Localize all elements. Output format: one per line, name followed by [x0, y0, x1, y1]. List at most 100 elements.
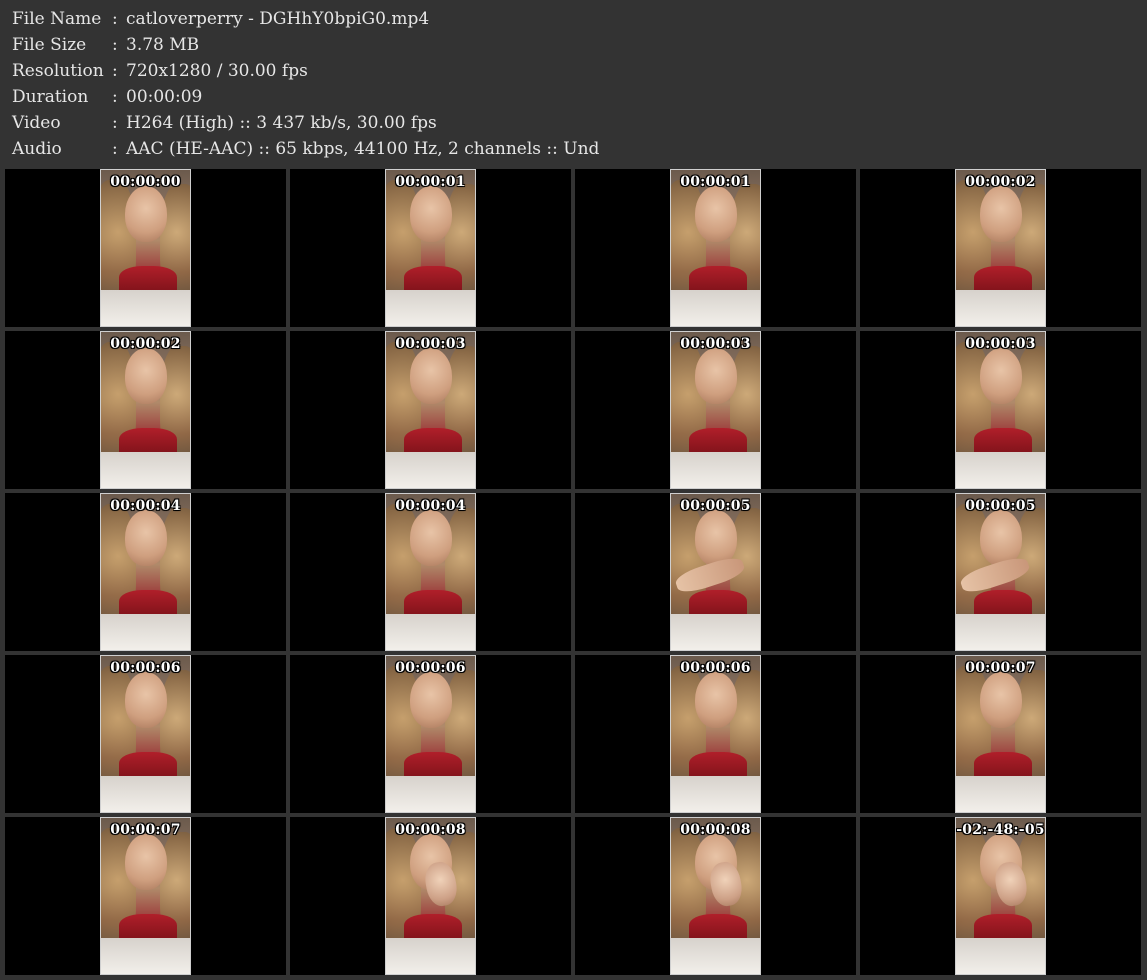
frame-shape-sheet	[956, 290, 1045, 326]
file-info-header: File Name: catloverperry - DGHhY0bpiG0.mp…	[12, 6, 1132, 162]
thumbnail-cell: 00:00:06	[5, 655, 286, 813]
frame-shape-face	[410, 672, 452, 728]
timestamp-label: 00:00:00	[110, 174, 181, 190]
frame-shape-face	[410, 510, 452, 566]
video-frame-thumbnail: 00:00:07	[955, 655, 1046, 813]
thumbnail-cell: 00:00:01	[290, 169, 571, 327]
timestamp-label: 00:00:01	[680, 174, 751, 190]
thumbnail-cell: 00:00:04	[5, 493, 286, 651]
thumbnail-cell: 00:00:01	[575, 169, 856, 327]
timestamp-label: 00:00:08	[680, 822, 751, 838]
video-label: Video	[12, 113, 61, 133]
thumbnail-cell: 00:00:02	[860, 169, 1141, 327]
thumbnail-grid: 00:00:00 00:00:01 00:00:01 00:00:02 00:00:02…	[5, 169, 1142, 977]
timestamp-label: 00:00:03	[395, 336, 466, 352]
video-frame-thumbnail: 00:00:01	[385, 169, 476, 327]
separator: :	[112, 9, 118, 29]
video-frame-thumbnail: 00:00:04	[100, 493, 191, 651]
file-size-value: 3.78 MB	[126, 35, 200, 55]
thumbnail-cell: 00:00:05	[860, 493, 1141, 651]
frame-shape-face	[695, 186, 737, 242]
timestamp-label: 00:00:02	[965, 174, 1036, 190]
thumbnail-cell: 00:00:08	[290, 817, 571, 975]
thumbnail-cell: 00:00:04	[290, 493, 571, 651]
frame-shape-sheet	[386, 776, 475, 812]
frame-shape-sheet	[101, 938, 190, 974]
resolution-label: Resolution	[12, 61, 104, 81]
frame-shape-sheet	[386, 938, 475, 974]
frame-shape-face	[125, 834, 167, 890]
video-frame-thumbnail: 00:00:00	[100, 169, 191, 327]
thumbnail-cell: 00:00:03	[575, 331, 856, 489]
separator: :	[112, 87, 118, 107]
audio-label: Audio	[12, 139, 62, 159]
frame-shape-sheet	[956, 614, 1045, 650]
frame-shape-sheet	[671, 452, 760, 488]
audio-row: Audio: AAC (HE-AAC) :: 65 kbps, 44100 Hz,…	[12, 136, 1132, 162]
frame-shape-face	[980, 348, 1022, 404]
file-name-row: File Name: catloverperry - DGHhY0bpiG0.mp…	[12, 6, 1132, 32]
video-frame-thumbnail: 00:00:06	[385, 655, 476, 813]
video-frame-thumbnail: 00:00:03	[385, 331, 476, 489]
timestamp-label: 00:00:01	[395, 174, 466, 190]
frame-shape-sheet	[386, 614, 475, 650]
video-frame-thumbnail: 00:00:04	[385, 493, 476, 651]
thumbnail-cell: 00:00:00	[5, 169, 286, 327]
frame-shape-face	[125, 186, 167, 242]
frame-shape-sheet	[671, 290, 760, 326]
frame-shape-sheet	[101, 452, 190, 488]
timestamp-label: 00:00:06	[680, 660, 751, 676]
thumbnail-cell: 00:00:02	[5, 331, 286, 489]
timestamp-label: 00:00:07	[965, 660, 1036, 676]
frame-shape-face	[980, 186, 1022, 242]
thumbnail-cell: -02:-48:-05	[860, 817, 1141, 975]
video-frame-thumbnail: -02:-48:-05	[955, 817, 1046, 975]
video-frame-thumbnail: 00:00:06	[100, 655, 191, 813]
thumbnail-cell: 00:00:08	[575, 817, 856, 975]
video-frame-thumbnail: 00:00:08	[385, 817, 476, 975]
thumbnail-cell: 00:00:03	[860, 331, 1141, 489]
resolution-value: 720x1280 / 30.00 fps	[126, 61, 308, 81]
frame-shape-face	[125, 672, 167, 728]
video-value: H264 (High) :: 3 437 kb/s, 30.00 fps	[126, 113, 437, 133]
frame-shape-face	[125, 348, 167, 404]
frame-shape-sheet	[671, 776, 760, 812]
video-row: Video: H264 (High) :: 3 437 kb/s, 30.00 f…	[12, 110, 1132, 136]
timestamp-label: 00:00:04	[395, 498, 466, 514]
timestamp-label: 00:00:05	[965, 498, 1036, 514]
video-frame-thumbnail: 00:00:01	[670, 169, 761, 327]
frame-shape-sheet	[956, 938, 1045, 974]
separator: :	[112, 61, 118, 81]
duration-label: Duration	[12, 87, 89, 107]
frame-shape-sheet	[671, 938, 760, 974]
thumbnail-cell: 00:00:07	[860, 655, 1141, 813]
frame-shape-sheet	[101, 290, 190, 326]
frame-shape-face	[695, 672, 737, 728]
file-size-row: File Size:3.78 MB	[12, 32, 1132, 58]
thumbnail-cell: 00:00:03	[290, 331, 571, 489]
frame-shape-sheet	[101, 614, 190, 650]
duration-row: Duration:00:00:09	[12, 84, 1132, 110]
frame-shape-sheet	[101, 776, 190, 812]
separator: :	[112, 113, 118, 133]
video-frame-thumbnail: 00:00:05	[955, 493, 1046, 651]
file-name-value: catloverperry - DGHhY0bpiG0.mp4	[126, 9, 430, 29]
video-frame-thumbnail: 00:00:03	[955, 331, 1046, 489]
separator: :	[112, 139, 118, 159]
video-frame-thumbnail: 00:00:07	[100, 817, 191, 975]
thumbnail-cell: 00:00:06	[575, 655, 856, 813]
frame-shape-face	[980, 672, 1022, 728]
frame-shape-sheet	[956, 452, 1045, 488]
thumbnail-cell: 00:00:07	[5, 817, 286, 975]
timestamp-label: 00:00:07	[110, 822, 181, 838]
frame-shape-face	[125, 510, 167, 566]
file-size-label: File Size	[12, 35, 87, 55]
video-frame-thumbnail: 00:00:02	[955, 169, 1046, 327]
thumbnail-cell: 00:00:06	[290, 655, 571, 813]
thumbnail-cell: 00:00:05	[575, 493, 856, 651]
timestamp-label: 00:00:02	[110, 336, 181, 352]
timestamp-label: 00:00:04	[110, 498, 181, 514]
timestamp-label: 00:00:03	[680, 336, 751, 352]
frame-shape-sheet	[671, 614, 760, 650]
timestamp-label: -02:-48:-05	[956, 822, 1045, 838]
